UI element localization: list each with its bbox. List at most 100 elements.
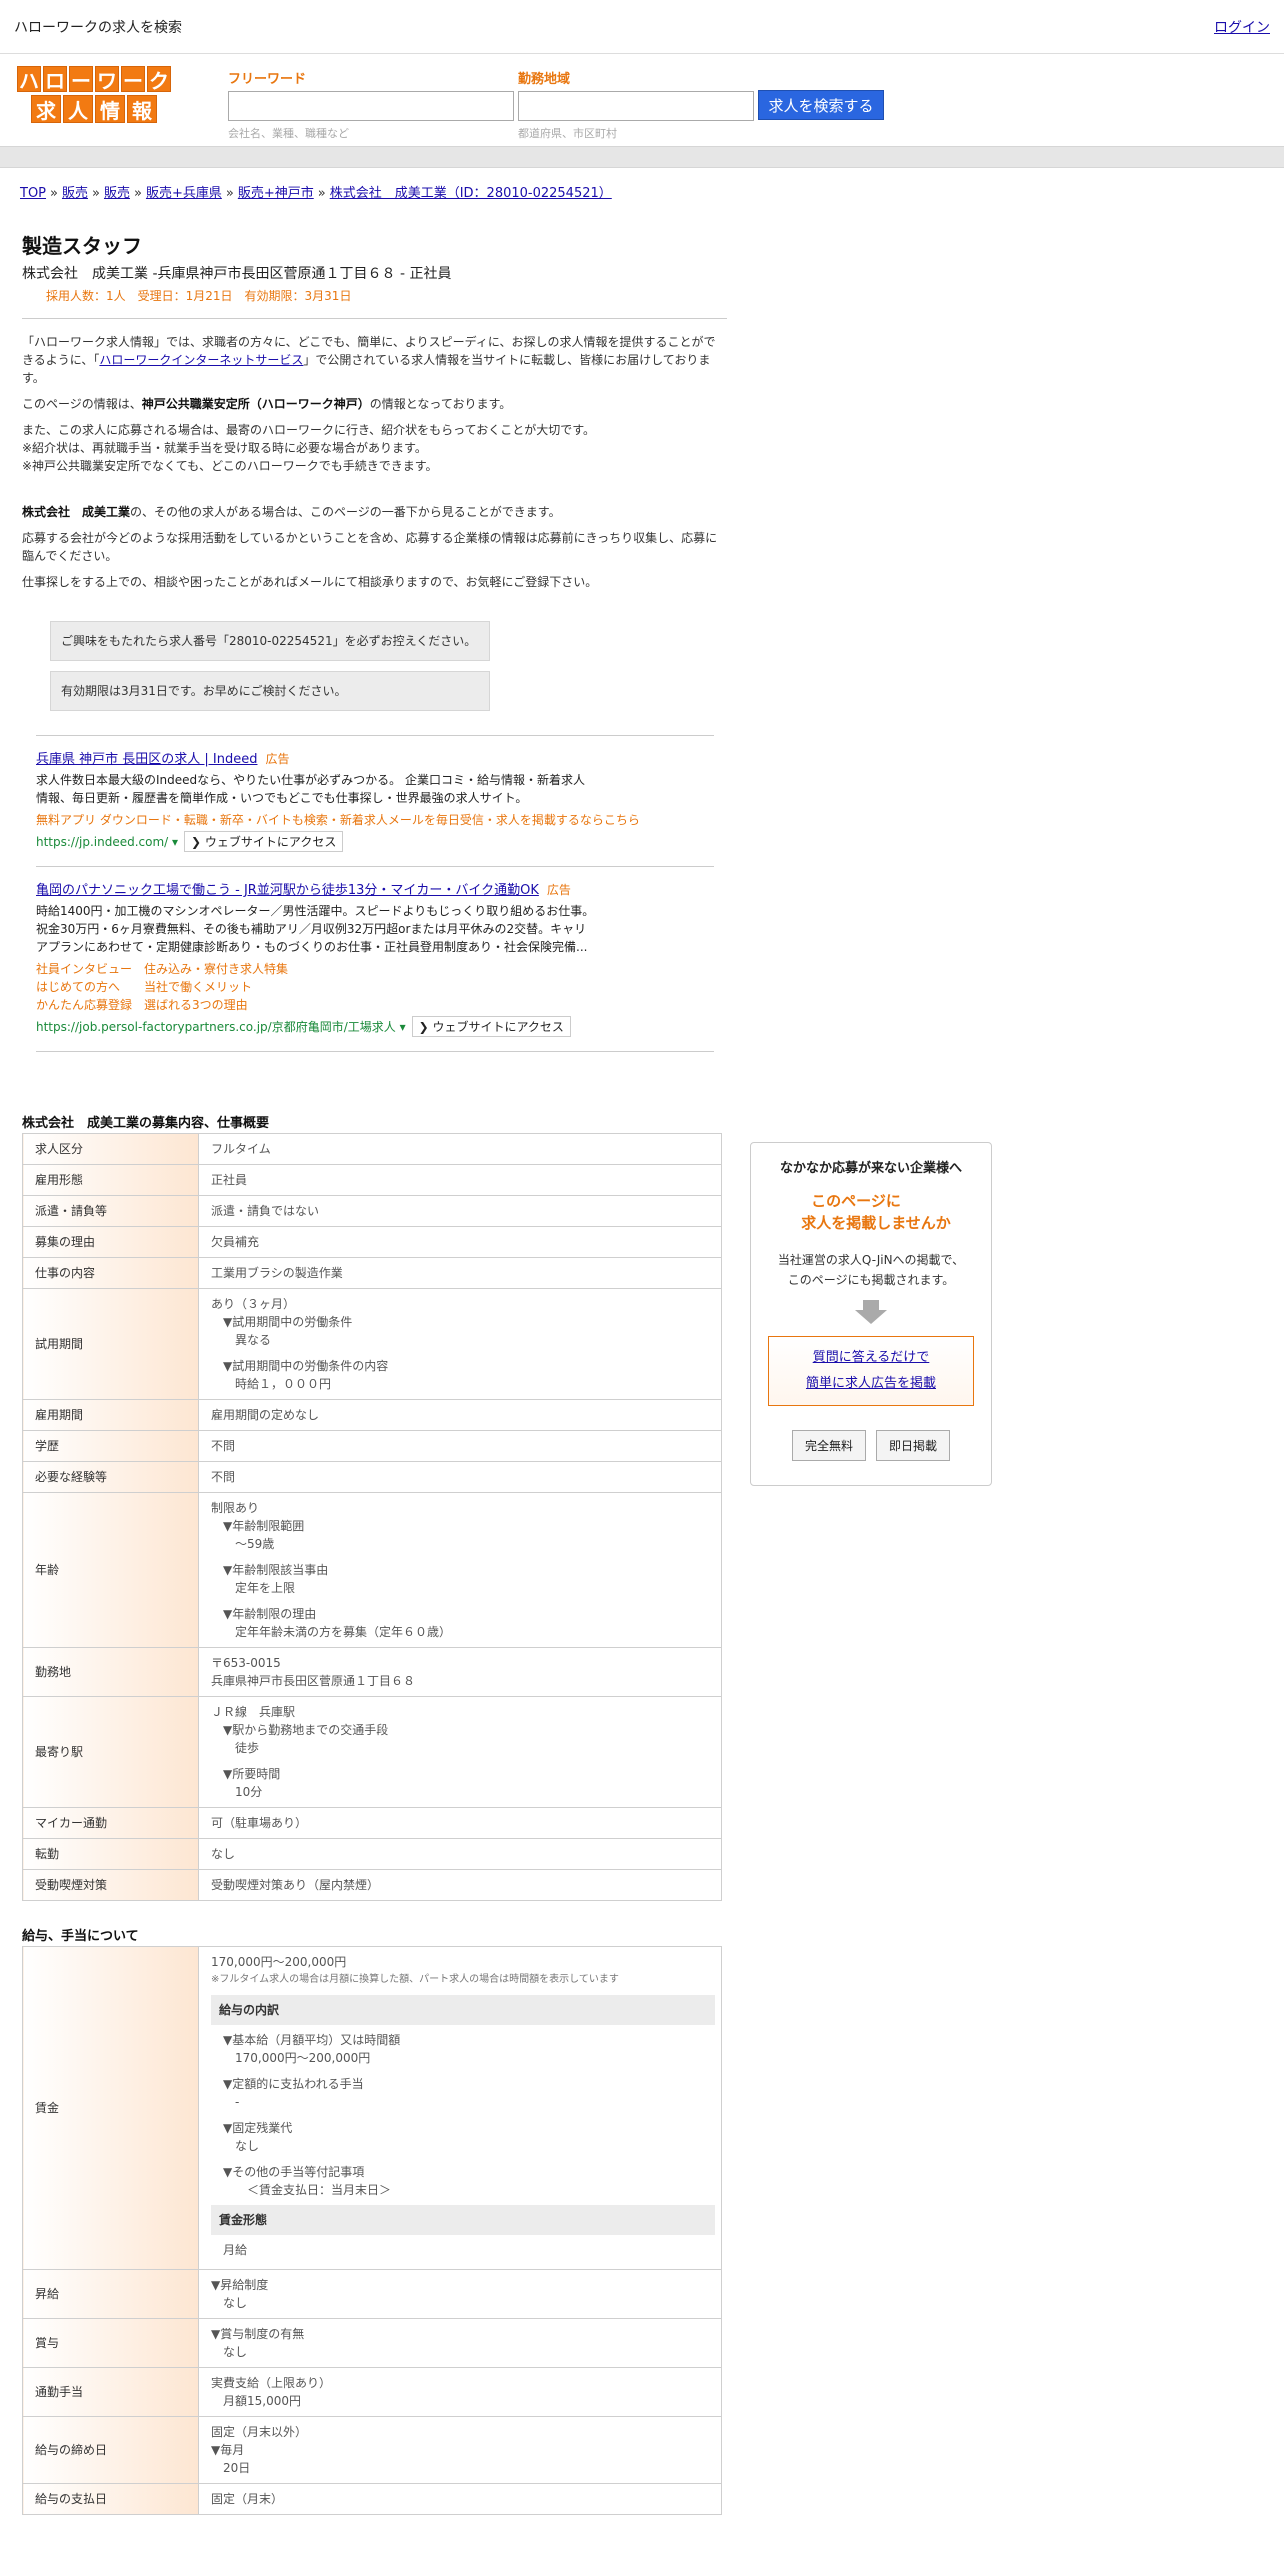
table-row: 雇用形態 正社員 — [22, 1164, 722, 1196]
wage-line — [223, 2111, 715, 2119]
job-title: 製造スタッフ — [22, 234, 142, 258]
logo-char: ク — [147, 66, 171, 93]
logo-char: 求 — [31, 95, 61, 123]
row-value: フルタイム — [198, 1133, 722, 1165]
row-value: 固定（月末以外） ▼毎月 20日 — [198, 2416, 722, 2484]
sponsored-ad: 亀岡のパナソニック工場で働こう - JR並河駅から徒歩13分・マイカー・バイク通… — [36, 866, 714, 1037]
hellowork-internet-link[interactable]: ハローワークインターネットサービス — [99, 353, 303, 367]
ad-desc: 祝金30万円・6ヶ月寮費無料、その後も補助アリ／月収例32万円超orまたは月平休… — [36, 922, 587, 936]
wage-line: 170,000円〜200,000円 — [223, 2051, 371, 2065]
table-row: 試用期間 あり（３ヶ月） ▼試用期間中の労働条件 異なる ▼試用期間中の労働条件の… — [22, 1288, 722, 1400]
ad-url[interactable]: https://jp.indeed.com/ ▾ — [36, 835, 178, 849]
table-row: 派遣・請負等 派遣・請負ではない — [22, 1195, 722, 1227]
ad-title-link[interactable]: 亀岡のパナソニック工場で働こう - JR並河駅から徒歩13分・マイカー・バイク通… — [36, 883, 539, 898]
row-key: 派遣・請負等 — [22, 1195, 199, 1227]
row-value: 欠員補充 — [198, 1226, 722, 1258]
ad-tag: 広告 — [546, 883, 571, 897]
freeword-input[interactable] — [228, 91, 514, 121]
answer-questions-link[interactable]: 質問に答えるだけで — [769, 1345, 973, 1371]
row-value: 受動喫煙対策あり（屋内禁煙） — [198, 1869, 722, 1901]
sponsored-ad: 兵庫県 神戸市 長田区の求人 | Indeed 広告求人件数日本最大級のIndee… — [36, 735, 714, 852]
ad-sitelink[interactable]: 社員インタビュー 住み込み・寮付き求人特集 — [36, 960, 714, 978]
post-ad-link[interactable]: 簡単に求人広告を掲載 — [769, 1371, 973, 1397]
hellowork-logo[interactable]: ハローワーク 求人情報 — [4, 66, 184, 123]
ad-desc: 求人件数日本最大級のIndeedなら、やりたい仕事が必ずみつかる。 企業口コミ・… — [36, 773, 585, 787]
section-wage-title: 給与、手当について — [22, 1929, 139, 1944]
row-value: 正社員 — [198, 1164, 722, 1196]
note-job-number: ご興味をもたれたら求人番号「28010-02254521」を必ずお控えください。 — [50, 621, 490, 661]
header: ハローワーク 求人情報 フリーワード 会社名、業種、職種など 勤務地域 都道府県… — [0, 54, 1284, 146]
ad-desc: アプランにあわせて・定期健康診断あり・ものづくりのお仕事・正社員登用制度あり・社… — [36, 940, 588, 954]
arrow-down-icon — [863, 1300, 879, 1310]
wage-note: ※フルタイム求人の場合は月額に換算した額、パート求人の場合は時間額を表示していま… — [211, 1974, 619, 1985]
free-button[interactable]: 完全無料 — [791, 1430, 866, 1461]
visit-website-button[interactable]: ❯ ウェブサイトにアクセス — [411, 1016, 571, 1037]
wage-form: 月給 — [223, 2243, 248, 2257]
recruiter-ad-title: なかなか応募が来ない企業様へ — [779, 1161, 962, 1176]
wage-line: ▼その他の手当等付記事項 — [223, 2165, 365, 2179]
table-row: 通勤手当 実費支給（上限あり） 月額15,000円 — [22, 2367, 722, 2417]
breadcrumb-link[interactable]: TOP — [20, 186, 46, 201]
visit-website-button[interactable]: ❯ ウェブサイトにアクセス — [184, 831, 344, 852]
row-value: あり（３ヶ月） ▼試用期間中の労働条件 異なる ▼試用期間中の労働条件の内容 時… — [198, 1288, 722, 1400]
table-row: 勤務地 〒653-0015 兵庫県神戸市長田区菅原通１丁目６８ — [22, 1647, 722, 1697]
row-value: ▼昇給制度 なし — [198, 2269, 722, 2319]
site-title: ハローワークの求人を検索 — [14, 19, 182, 36]
freeword-label: フリーワード — [228, 72, 307, 87]
main-content: 製造スタッフ 株式会社 成美工業 -兵庫県神戸市長田区菅原通１丁目６８ - 正社… — [22, 230, 727, 2515]
row-key: 求人区分 — [22, 1133, 199, 1165]
company-line: 株式会社 成美工業 -兵庫県神戸市長田区菅原通１丁目６８ - 正社員 — [22, 266, 452, 282]
wage-line — [223, 2155, 715, 2163]
section-job-details-title: 株式会社 成美工業の募集内容、仕事概要 — [22, 1116, 270, 1131]
table-row: 雇用期間 雇用期間の定めなし — [22, 1399, 722, 1431]
wage-line: ▼定額的に支払われる手当 — [223, 2077, 364, 2091]
logo-char: ワ — [95, 66, 119, 93]
breadcrumb-link[interactable]: 販売+兵庫県 — [146, 186, 222, 201]
area-input[interactable] — [518, 91, 754, 121]
table-row: 賞与 ▼賞与制度の有無 なし — [22, 2318, 722, 2368]
ad-title-link[interactable]: 兵庫県 神戸市 長田区の求人 | Indeed — [36, 752, 257, 767]
breadcrumb-link[interactable]: 販売+神戸市 — [238, 186, 314, 201]
row-key: 給与の支払日 — [22, 2483, 199, 2515]
row-key: 年齢 — [22, 1492, 199, 1648]
row-key: 勤務地 — [22, 1647, 199, 1697]
row-key: 賞与 — [22, 2318, 199, 2368]
row-key: 募集の理由 — [22, 1226, 199, 1258]
row-value: 雇用期間の定めなし — [198, 1399, 722, 1431]
table-row: 賃金 170,000円〜200,000円 ※フルタイム求人の場合は月額に換算した… — [22, 1946, 722, 2270]
logo-char: 報 — [127, 95, 157, 123]
ad-sitelink[interactable]: はじめての方へ 当社で働くメリット — [36, 978, 714, 996]
wage-line: ＜賃金支払日：当月末日＞ — [223, 2183, 392, 2197]
login-link[interactable]: ログイン — [1214, 17, 1270, 37]
same-day-button[interactable]: 即日掲載 — [876, 1430, 951, 1461]
intro-paragraph-2: このページの情報は、神戸公共職業安定所（ハローワーク神戸）の情報となっております… — [22, 397, 512, 411]
row-value: 工業用ブラシの製造作業 — [198, 1257, 722, 1289]
wage-amount: 170,000円〜200,000円 — [211, 1955, 347, 1969]
ad-sitelink[interactable]: かんたん応募登録 選ばれる3つの理由 — [36, 996, 714, 1014]
logo-char: 情 — [95, 95, 125, 123]
ad-tag: 広告 — [265, 752, 290, 766]
wage-line: なし — [223, 2139, 260, 2153]
ad-sitelink[interactable]: 無料アプリ ダウンロード・転職・新卒・バイトも検索・新着求人メールを毎日受信・求… — [36, 811, 714, 829]
breadcrumb-link[interactable]: 販売 — [104, 186, 130, 201]
wage-line: - — [223, 2095, 240, 2109]
area-label: 勤務地域 — [518, 72, 571, 87]
search-button[interactable]: 求人を検索する — [758, 90, 884, 120]
breadcrumb-link[interactable]: 株式会社 成美工業（ID：28010-02254521） — [330, 186, 612, 201]
row-key: 試用期間 — [22, 1288, 199, 1400]
table-row: 受動喫煙対策 受動喫煙対策あり（屋内禁煙） — [22, 1869, 722, 1901]
table-row: 昇給 ▼昇給制度 なし — [22, 2269, 722, 2319]
logo-char: ハ — [17, 66, 41, 93]
table-row: 学歴 不問 — [22, 1430, 722, 1462]
ad-url[interactable]: https://job.persol-factorypartners.co.jp… — [36, 1018, 406, 1035]
wage-breakdown-heading: 給与の内訳 — [211, 1995, 715, 2025]
job-details-table: 求人区分 フルタイム 雇用形態 正社員 派遣・請負等 派遣・請負ではない 募集の理由 欠員補充… — [22, 1133, 722, 1901]
breadcrumb-link[interactable]: 販売 — [62, 186, 88, 201]
row-key: マイカー通勤 — [22, 1807, 199, 1839]
intro-paragraph-1: 「ハローワーク求人情報」では、求職者の方々に、どこでも、簡単に、よりスピーディに… — [22, 335, 716, 385]
table-row: 最寄り駅 ＪＲ線 兵庫駅 ▼駅から勤務地までの交通手段 徒歩 ▼所要時間 10分 — [22, 1696, 722, 1808]
logo-char: ー — [69, 66, 93, 93]
freeword-placeholder: 会社名、業種、職種など — [228, 127, 349, 140]
logo-char: ロ — [43, 66, 67, 93]
recruiter-ad-box: なかなか応募が来ない企業様へ このページに 求人を掲載しませんか 当社運営の求人… — [750, 1142, 992, 1486]
